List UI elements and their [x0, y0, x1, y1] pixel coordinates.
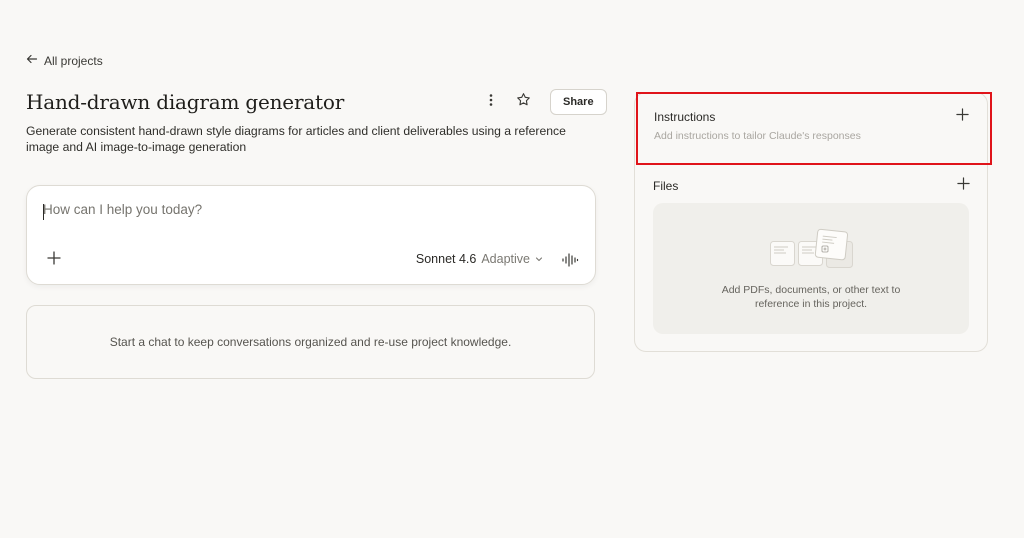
arrow-left-icon — [26, 53, 38, 68]
voice-input-button[interactable] — [561, 251, 579, 269]
model-selector[interactable]: Sonnet 4.6 Adaptive — [416, 252, 543, 266]
files-empty-line-1: Add PDFs, documents, or other text to — [721, 284, 901, 296]
star-button[interactable] — [512, 91, 534, 113]
conversations-empty-state: Start a chat to keep conversations organ… — [26, 305, 595, 379]
add-files-button[interactable] — [955, 177, 971, 195]
instructions-section[interactable]: Instructions Add instructions to tailor … — [636, 92, 992, 165]
project-page: All projects Hand-drawn diagram generato… — [0, 0, 1024, 538]
files-empty-line-2: reference in this project. — [754, 298, 868, 310]
model-mode: Adaptive — [481, 252, 530, 266]
documents-illustration-icon — [770, 228, 853, 268]
files-empty-text: Add PDFs, documents, or other text to re… — [653, 283, 969, 311]
more-options-button[interactable] — [480, 91, 502, 113]
instructions-placeholder: Add instructions to tailor Claude's resp… — [654, 130, 861, 142]
files-dropzone[interactable]: Add PDFs, documents, or other text to re… — [653, 203, 969, 334]
project-description: Generate consistent hand-drawn style dia… — [26, 124, 566, 154]
more-vertical-icon — [484, 93, 498, 112]
project-actions: Share — [480, 89, 607, 115]
files-title: Files — [653, 179, 679, 193]
chat-composer: Sonnet 4.6 Adaptive — [26, 185, 596, 285]
project-title: Hand-drawn diagram generator — [26, 90, 345, 114]
waveform-icon — [561, 253, 579, 273]
instructions-title: Instructions — [654, 110, 716, 124]
add-instructions-button[interactable] — [954, 108, 970, 126]
all-projects-link[interactable]: All projects — [26, 53, 103, 68]
conversations-empty-text: Start a chat to keep conversations organ… — [109, 335, 512, 349]
chat-input[interactable] — [43, 202, 543, 217]
chevron-down-icon — [535, 252, 543, 266]
add-attachment-button[interactable] — [45, 250, 63, 270]
plus-icon — [47, 250, 61, 270]
plus-icon — [955, 108, 969, 126]
model-name: Sonnet 4.6 — [415, 252, 477, 266]
star-icon — [516, 92, 531, 112]
share-button[interactable]: Share — [550, 89, 607, 115]
plus-icon — [956, 177, 970, 195]
all-projects-label: All projects — [44, 53, 103, 68]
